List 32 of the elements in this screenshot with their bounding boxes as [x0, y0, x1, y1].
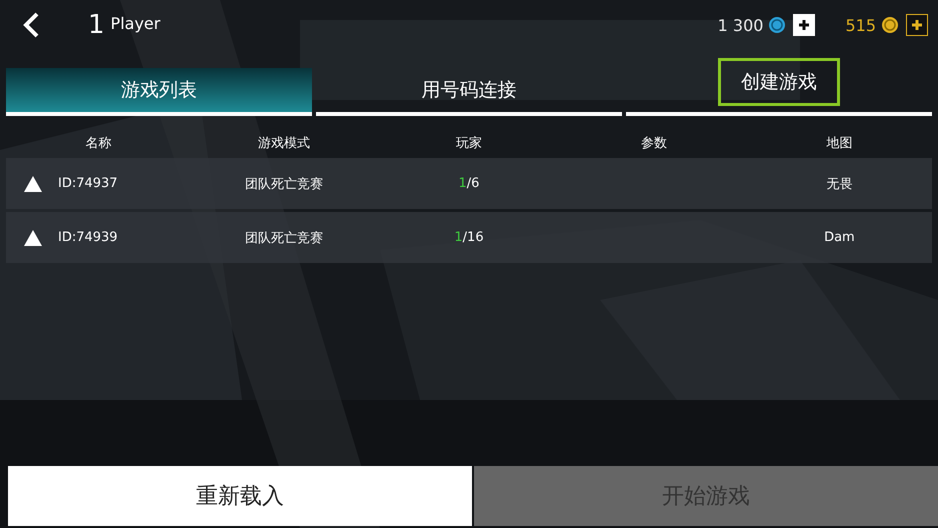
column-header: 游戏模式 [256, 135, 311, 152]
column-header: 地图 [825, 135, 854, 152]
player-label: Player [110, 14, 160, 33]
table-cell: ID:74939 [58, 230, 118, 245]
column-header: 玩家 [454, 135, 483, 152]
table-cell: 无畏 [826, 176, 852, 192]
coin-icon [769, 17, 786, 33]
tab[interactable]: 用号码连接 [316, 68, 622, 112]
plus-icon [911, 19, 923, 31]
table-cell: 团队死亡竞赛 [244, 230, 323, 246]
column-header: 参数 [640, 135, 668, 152]
column-header: 名称 [84, 135, 113, 152]
table-row[interactable]: ID:74937 团队死亡竞赛 1/6 无畏 [6, 158, 932, 209]
triangle-icon [24, 176, 42, 192]
table-cell: 团队死亡竞赛 [244, 176, 323, 192]
player-count: 1/16 [454, 230, 484, 245]
player-number: 1 [88, 10, 105, 40]
coin-icon [882, 17, 898, 33]
coin-balance: 515 [845, 16, 876, 34]
reload-button[interactable]: 重新载入 [8, 466, 472, 526]
tab[interactable]: 游戏列表 [6, 68, 312, 112]
table-cell: ID:74937 [58, 176, 118, 191]
credits-amount: 1 300 [718, 16, 764, 34]
add-button[interactable] [906, 14, 928, 36]
player-count: 1/6 [458, 176, 480, 191]
add-button[interactable] [793, 14, 816, 36]
back-button[interactable] [22, 12, 40, 38]
plus-icon [798, 19, 810, 31]
table-row[interactable]: ID:74939 团队死亡竞赛 1/16 Dam [6, 212, 932, 263]
table-cell: Dam [824, 230, 855, 245]
tab[interactable]: 创建游戏 [718, 58, 840, 106]
triangle-icon [24, 230, 42, 246]
